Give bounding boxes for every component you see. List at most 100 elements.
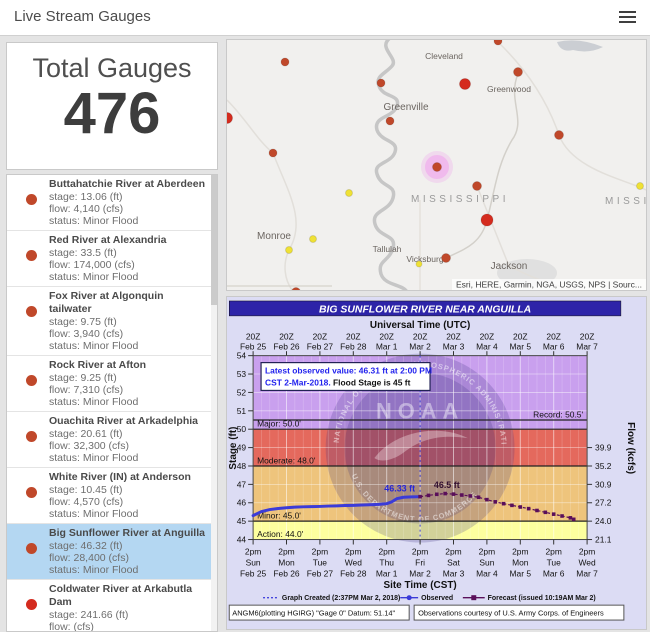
cst-tick: 2pm [512, 546, 528, 556]
stage-tick: 47 [237, 479, 247, 489]
bottom-date-tick: Mar 2 [409, 568, 431, 578]
gauge-list-item[interactable]: Ouachita River at Arkadelphia stage: 20.… [7, 412, 217, 468]
gauge-list-item[interactable]: Big Sunflower River at Anguilla stage: 4… [7, 524, 217, 580]
chart-legend: Graph Created (2:37PM Mar 2, 2018)Observ… [263, 595, 596, 602]
utc-tick: 20Z [513, 332, 528, 342]
map-gauge-pin[interactable] [481, 214, 493, 226]
stage-tick: 54 [237, 351, 247, 361]
top-date-tick: Mar 6 [543, 342, 565, 352]
hydrograph-canvas: BIG SUNFLOWER RIVER NEAR ANGUILLAUnivers… [227, 297, 646, 629]
flow-tick: 39.9 [595, 443, 612, 453]
svg-text:CST 2-Mar-2018. Flood Stage is: CST 2-Mar-2018. Flood Stage is 45 ft [265, 377, 411, 387]
value-annotation: 46.5 ft [434, 480, 460, 490]
list-scrollbar[interactable] [211, 175, 217, 632]
flow-tick: 21.1 [595, 535, 612, 545]
map-gauge-pin[interactable] [460, 79, 471, 90]
city-label: Greenwood [487, 84, 531, 94]
map-gauge-pin[interactable] [386, 117, 394, 125]
city-label: Vicksburg [406, 254, 443, 264]
gauge-flow: flow: (cfs) [49, 621, 207, 632]
gauge-stage: stage: 241.66 (ft) [49, 609, 207, 621]
cst-tick: 2pm [312, 546, 328, 556]
value-annotation: 46.33 ft [384, 483, 415, 493]
flow-tick: 30.9 [595, 479, 612, 489]
gauge-list-item[interactable]: Red River at Alexandria stage: 33.5 (ft)… [7, 231, 217, 287]
map-gauge-pin[interactable] [286, 247, 293, 254]
day-tick: Fri [415, 557, 425, 567]
utc-tick: 20Z [446, 332, 461, 342]
hamburger-menu-icon[interactable] [619, 11, 636, 24]
forecast-point [460, 493, 464, 497]
stage-tick: 51 [237, 406, 247, 416]
top-date-tick: Feb 27 [307, 342, 334, 352]
gauge-name: White River (IN) at Anderson [49, 471, 207, 484]
forecast-point [519, 505, 523, 509]
forecast-point [569, 516, 573, 520]
gauge-list-item[interactable]: Coldwater River at Arkabutla Dam stage: … [7, 580, 217, 632]
gauge-status-dot [26, 599, 37, 610]
list-scrollbar-thumb[interactable] [211, 175, 217, 305]
flow-tick: 24.0 [595, 516, 612, 526]
map-gauge-pin[interactable] [281, 58, 289, 66]
top-date-tick: Mar 3 [443, 342, 465, 352]
gauge-name: Big Sunflower River at Anguilla [49, 527, 207, 540]
threshold-label: Moderate: 48.0' [257, 455, 316, 465]
day-tick: Wed [578, 557, 596, 567]
top-date-tick: Mar 7 [576, 342, 598, 352]
day-tick: Tue [313, 557, 328, 567]
forecast-point [418, 495, 422, 499]
map-gauge-pin[interactable] [269, 149, 277, 157]
gauge-name: Rock River at Afton [49, 359, 207, 372]
total-gauges-value: 476 [7, 84, 217, 144]
utc-tick: 20Z [346, 332, 361, 342]
gauge-status: status: Minor Flood [49, 271, 207, 283]
chart-title: BIG SUNFLOWER RIVER NEAR ANGUILLA [319, 304, 531, 315]
gauge-stage: stage: 9.25 (ft) [49, 372, 207, 384]
gauge-flow: flow: 4,140 (cfs) [49, 203, 207, 215]
bottom-date-tick: Mar 4 [476, 568, 498, 578]
stage-tick: 45 [237, 516, 247, 526]
map-gauge-pin[interactable] [310, 236, 317, 243]
city-label: Tallulah [373, 244, 402, 254]
map-gauge-pin[interactable] [442, 254, 451, 263]
top-date-tick: Mar 1 [376, 342, 398, 352]
day-tick: Sun [246, 557, 261, 567]
gauge-stage: stage: 10.45 (ft) [49, 484, 207, 496]
threshold-label: Major: 50.0' [257, 419, 301, 429]
map-gauge-pin[interactable] [637, 183, 644, 190]
day-tick: Sun [479, 557, 494, 567]
stage-tick: 46 [237, 498, 247, 508]
map-gauge-pin[interactable] [377, 79, 385, 87]
map-gauge-pin[interactable] [555, 131, 564, 140]
gauge-list-item[interactable]: White River (IN) at Anderson stage: 10.4… [7, 468, 217, 524]
gauge-stage: stage: 33.5 (ft) [49, 247, 207, 259]
map-gauge-pin[interactable] [433, 163, 442, 172]
map-gauge-pin[interactable] [346, 190, 353, 197]
forecast-point [544, 511, 548, 515]
forecast-point [527, 507, 531, 511]
forecast-point [535, 509, 539, 513]
cst-tick: 2pm [545, 546, 561, 556]
cst-tick: 2pm [412, 546, 428, 556]
map-gauge-pin[interactable] [494, 40, 502, 45]
stage-tick: 53 [237, 369, 247, 379]
map-panel[interactable]: MISSISSIPPIMISSISSClevelandGreenvilleGre… [226, 39, 647, 291]
gauge-status-dot [26, 306, 37, 317]
utc-tick: 20Z [379, 332, 394, 342]
map-gauge-pin[interactable] [473, 182, 482, 191]
forecast-point [502, 502, 506, 506]
day-tick: Wed [345, 557, 363, 567]
utc-tick: 20Z [279, 332, 294, 342]
map-gauge-pin[interactable] [416, 261, 422, 267]
map-gauge-pin[interactable] [514, 68, 523, 77]
gauge-list-item[interactable]: Rock River at Afton stage: 9.25 (ft) flo… [7, 356, 217, 412]
city-label: Jackson [491, 261, 528, 272]
credit-text: Observations courtesy of U.S. Army Corps… [418, 609, 604, 618]
map-canvas[interactable]: MISSISSIPPIMISSISSClevelandGreenvilleGre… [227, 40, 646, 290]
cst-tick: 2pm [378, 546, 394, 556]
bottom-date-tick: Mar 1 [376, 568, 398, 578]
gauge-list-item[interactable]: Buttahatchie River at Aberdeen stage: 13… [7, 175, 217, 231]
gauge-name: Fox River at Algonquin tailwater [49, 290, 207, 316]
forecast-point [493, 500, 497, 504]
gauge-list-item[interactable]: Fox River at Algonquin tailwater stage: … [7, 287, 217, 356]
